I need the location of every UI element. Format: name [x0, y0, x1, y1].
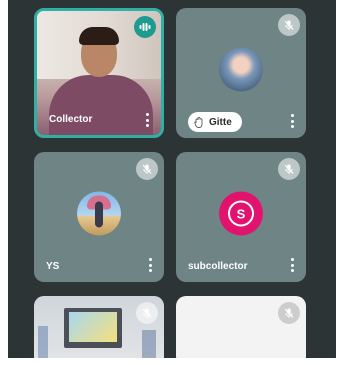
participant-name: YS	[46, 261, 60, 272]
participant-tile-room[interactable]	[34, 296, 164, 358]
mic-off-icon	[136, 302, 158, 324]
hand-raised-icon	[194, 116, 203, 128]
more-vertical-icon[interactable]	[148, 258, 152, 272]
participant-name: Collector	[49, 114, 93, 125]
avatar: S	[219, 191, 263, 236]
participant-tile-gitte[interactable]: Gitte	[176, 8, 306, 138]
participant-tile-subcollector[interactable]: S subcollector	[176, 152, 306, 282]
avatar	[77, 191, 121, 236]
more-vertical-icon[interactable]	[290, 258, 294, 272]
more-vertical-icon[interactable]	[145, 113, 149, 127]
avatar	[219, 47, 263, 92]
more-vertical-icon[interactable]	[290, 114, 294, 128]
mic-off-icon	[278, 158, 300, 180]
participant-tile-ys[interactable]: YS	[34, 152, 164, 282]
avatar-initial: S	[228, 200, 254, 227]
raised-hand-chip: Gitte	[188, 112, 242, 132]
mic-off-icon	[136, 158, 158, 180]
participant-name: Gitte	[209, 116, 232, 128]
participant-tile-blank[interactable]	[176, 296, 306, 358]
audio-wave-icon	[134, 16, 156, 38]
participant-tile-collector[interactable]: Collector	[34, 8, 164, 138]
participant-name: subcollector	[188, 261, 248, 272]
meeting-grid: Collector Gitte YS S subcollector	[8, 0, 336, 358]
mic-off-icon	[278, 302, 300, 324]
mic-off-icon	[278, 14, 300, 36]
